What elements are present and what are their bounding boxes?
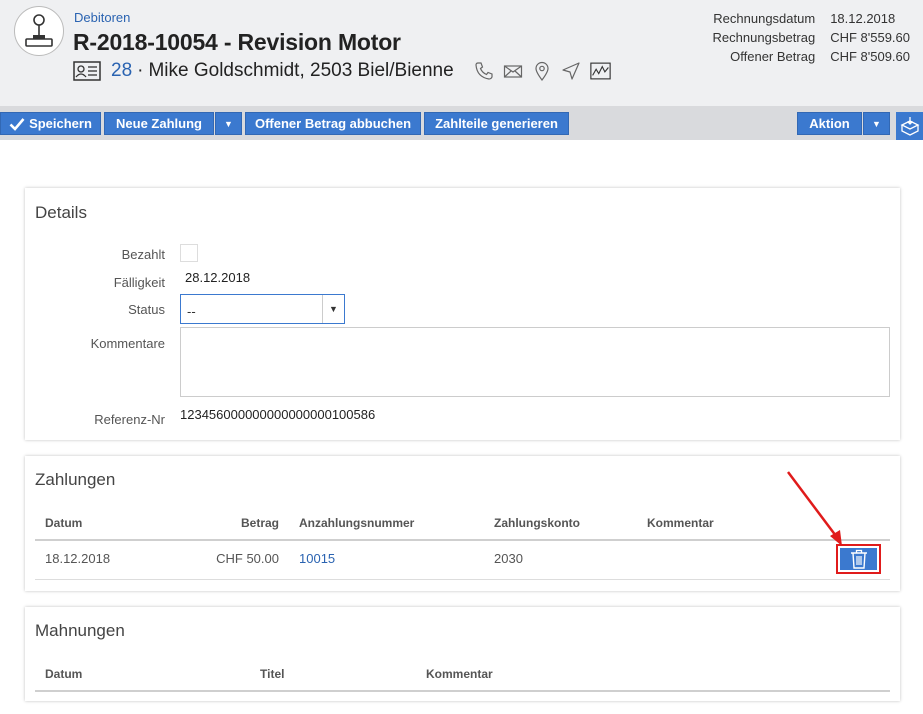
reminders-panel: Mahnungen Datum Titel Kommentar [25, 607, 900, 701]
action-dropdown-button[interactable]: ▼ [863, 112, 890, 135]
payment-account: 2030 [494, 551, 523, 566]
reference-value: 123456000000000000000100586 [180, 407, 376, 422]
details-title: Details [35, 203, 87, 222]
payment-date: 18.12.2018 [45, 551, 111, 566]
paid-checkbox[interactable] [180, 244, 198, 262]
details-panel: Details Bezahlt Fälligkeit 28.12.2018 St… [25, 188, 900, 440]
invoice-summary: Rechnungsdatum 18.12.2018 Rechnungsbetra… [713, 9, 910, 66]
write-off-open-amount-button[interactable]: Offener Betrag abbuchen [245, 112, 421, 135]
payments-title: Zahlungen [35, 470, 116, 489]
chart-icon[interactable] [589, 61, 611, 82]
deposit-number-link[interactable]: 10015 [299, 551, 335, 566]
phone-icon[interactable] [474, 61, 495, 82]
column-header-comment[interactable]: Kommentar [426, 667, 493, 681]
comments-label: Kommentare [90, 336, 165, 351]
reference-label: Referenz-Nr [94, 412, 165, 427]
caret-down-icon: ▼ [322, 295, 344, 323]
new-payment-dropdown-button[interactable]: ▼ [215, 112, 242, 135]
payments-panel: Zahlungen Datum Betrag Anzahlungsnummer … [25, 456, 900, 591]
export-button[interactable] [896, 112, 923, 140]
caret-down-icon: ▼ [872, 118, 881, 129]
column-header-amount[interactable]: Betrag [241, 516, 279, 530]
table-header-divider [35, 690, 890, 692]
contact-row: 28 · Mike Goldschmidt, 2503 Biel/Bienne [73, 59, 611, 83]
box-download-icon [900, 117, 919, 136]
paid-label: Bezahlt [121, 247, 165, 262]
due-date-value: 28.12.2018 [185, 270, 251, 285]
contact-number-link[interactable]: 28 [111, 60, 132, 82]
delete-payment-button[interactable] [836, 544, 881, 574]
contact-separator: · [137, 60, 144, 81]
contact-actions [474, 61, 611, 82]
column-header-account[interactable]: Zahlungskonto [494, 516, 580, 530]
contact-card-icon[interactable] [73, 61, 101, 81]
save-button[interactable]: Speichern [0, 112, 101, 135]
toolbar: Speichern Neue Zahlung ▼ Offener Betrag … [0, 106, 923, 140]
location-pin-icon[interactable] [532, 61, 553, 82]
action-button[interactable]: Aktion [797, 112, 862, 135]
table-row-divider [35, 579, 890, 580]
summary-row-open-amount: Offener Betrag CHF 8'509.60 [730, 49, 910, 64]
column-header-date[interactable]: Datum [45, 667, 82, 681]
reminders-title: Mahnungen [35, 621, 125, 640]
checkmark-icon [9, 117, 25, 131]
table-header-divider [35, 539, 890, 541]
comments-textarea[interactable] [180, 327, 890, 397]
joystick-icon [25, 14, 53, 47]
generate-installments-button[interactable]: Zahlteile generieren [424, 112, 569, 135]
column-header-comment[interactable]: Kommentar [647, 516, 714, 530]
navigation-icon[interactable] [561, 61, 582, 82]
contact-name: Mike Goldschmidt, 2503 Biel/Bienne [148, 60, 454, 81]
trash-icon [850, 549, 867, 569]
page-title: R-2018-10054 - Revision Motor [73, 29, 401, 55]
due-date-label: Fälligkeit [113, 275, 165, 290]
status-select-value: -- [187, 304, 196, 319]
column-header-title[interactable]: Titel [260, 667, 284, 681]
new-payment-button[interactable]: Neue Zahlung [104, 112, 214, 135]
page-header: Debitoren R-2018-10054 - Revision Motor … [0, 0, 923, 106]
status-select[interactable]: -- ▼ [180, 294, 345, 324]
breadcrumb[interactable]: Debitoren [74, 10, 130, 25]
payment-amount: CHF 50.00 [216, 551, 279, 566]
summary-row-invoice-date: Rechnungsdatum 18.12.2018 [713, 11, 896, 26]
mail-icon[interactable] [503, 61, 524, 82]
column-header-deposit-number[interactable]: Anzahlungsnummer [299, 516, 414, 530]
column-header-date[interactable]: Datum [45, 516, 82, 530]
avatar [14, 6, 64, 56]
status-label: Status [128, 302, 165, 317]
summary-row-invoice-amount: Rechnungsbetrag CHF 8'559.60 [712, 30, 910, 45]
caret-down-icon: ▼ [224, 118, 233, 129]
